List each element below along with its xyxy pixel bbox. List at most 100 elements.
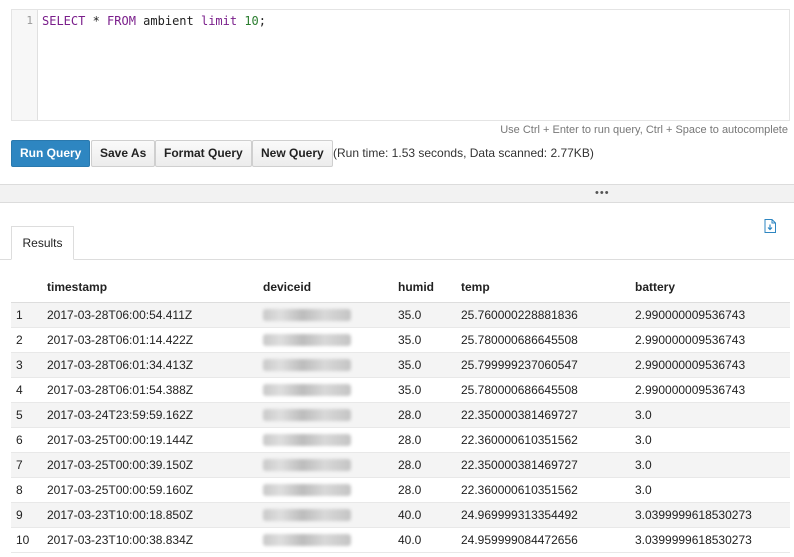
row-index-cell: 10: [11, 527, 47, 553]
redacted-deviceid: [263, 484, 351, 497]
deviceid-cell: [263, 402, 398, 428]
temp-cell: 24.959999084472656: [461, 527, 635, 553]
temp-cell: 22.350000381469727: [461, 452, 635, 478]
redacted-deviceid: [263, 309, 351, 322]
row-index-cell: 1: [11, 302, 47, 328]
deviceid-cell: [263, 477, 398, 503]
shortcut-hint: Use Ctrl + Enter to run query, Ctrl + Sp…: [500, 124, 788, 136]
deviceid-cell: [263, 502, 398, 528]
deviceid-cell: [263, 527, 398, 553]
battery-cell: 3.0399999618530273: [635, 502, 790, 528]
battery-cell: 2.990000009536743: [635, 327, 790, 353]
drag-handle-icon[interactable]: •••: [595, 187, 610, 199]
query-editor[interactable]: 1 SELECT * FROM ambient limit 10;: [11, 9, 790, 121]
temp-cell: 25.780000686645508: [461, 327, 635, 353]
query-limit-value: 10: [237, 14, 259, 28]
temp-cell: 22.360000610351562: [461, 427, 635, 453]
humid-cell: 40.0: [398, 527, 461, 553]
format-query-button[interactable]: Format Query: [155, 140, 252, 167]
row-index-cell: 7: [11, 452, 47, 478]
redacted-deviceid: [263, 534, 351, 547]
resize-divider[interactable]: •••: [0, 184, 794, 203]
table-row: 2 2017-03-28T06:01:14.422Z 35.0 25.78000068…: [11, 327, 790, 353]
column-header-index: [11, 280, 47, 303]
column-header-battery: battery: [635, 280, 790, 303]
row-index-cell: 8: [11, 477, 47, 503]
table-header-row: timestamp deviceid humid temp battery: [11, 280, 790, 303]
query-text[interactable]: SELECT * FROM ambient limit 10;: [42, 14, 266, 28]
timestamp-cell: 2017-03-25T00:00:39.150Z: [47, 452, 263, 478]
tab-underline: [0, 259, 794, 260]
column-header-temp: temp: [461, 280, 635, 303]
table-row: 6 2017-03-25T00:00:19.144Z 28.0 22.36000061…: [11, 427, 790, 453]
run-time-status: (Run time: 1.53 seconds, Data scanned: 2…: [333, 146, 594, 160]
redacted-deviceid: [263, 384, 351, 397]
deviceid-cell: [263, 302, 398, 328]
humid-cell: 35.0: [398, 352, 461, 378]
battery-cell: 2.990000009536743: [635, 377, 790, 403]
timestamp-cell: 2017-03-28T06:01:54.388Z: [47, 377, 263, 403]
humid-cell: 40.0: [398, 502, 461, 528]
line-gutter: 1: [12, 10, 38, 120]
timestamp-cell: 2017-03-25T00:00:19.144Z: [47, 427, 263, 453]
battery-cell: 3.0: [635, 452, 790, 478]
run-query-button[interactable]: Run Query: [11, 140, 91, 167]
redacted-deviceid: [263, 334, 351, 347]
humid-cell: 28.0: [398, 477, 461, 503]
column-header-timestamp: timestamp: [47, 280, 263, 303]
redacted-deviceid: [263, 509, 351, 522]
humid-cell: 28.0: [398, 402, 461, 428]
temp-cell: 22.350000381469727: [461, 402, 635, 428]
table-row: 4 2017-03-28T06:01:54.388Z 35.0 25.78000068…: [11, 377, 790, 403]
row-index-cell: 6: [11, 427, 47, 453]
table-row: 7 2017-03-25T00:00:39.150Z 28.0 22.35000038…: [11, 452, 790, 478]
table-row: 5 2017-03-24T23:59:59.162Z 28.0 22.35000038…: [11, 402, 790, 428]
humid-cell: 35.0: [398, 377, 461, 403]
humid-cell: 35.0: [398, 302, 461, 328]
temp-cell: 22.360000610351562: [461, 477, 635, 503]
row-index-cell: 4: [11, 377, 47, 403]
deviceid-cell: [263, 327, 398, 353]
save-as-button[interactable]: Save As: [91, 140, 156, 167]
timestamp-cell: 2017-03-28T06:01:14.422Z: [47, 327, 263, 353]
battery-cell: 3.0399999618530273: [635, 527, 790, 553]
timestamp-cell: 2017-03-28T06:00:54.411Z: [47, 302, 263, 328]
table-row: 1 2017-03-28T06:00:54.411Z 35.0 25.76000022…: [11, 302, 790, 328]
new-query-button[interactable]: New Query: [252, 140, 333, 167]
table-row: 8 2017-03-25T00:00:59.160Z 28.0 22.36000061…: [11, 477, 790, 503]
redacted-deviceid: [263, 434, 351, 447]
deviceid-cell: [263, 377, 398, 403]
battery-cell: 2.990000009536743: [635, 352, 790, 378]
query-terminator: ;: [258, 14, 267, 28]
keyword-select: SELECT: [42, 14, 86, 28]
deviceid-cell: [263, 427, 398, 453]
battery-cell: 2.990000009536743: [635, 302, 790, 328]
table-row: 3 2017-03-28T06:01:34.413Z 35.0 25.79999923…: [11, 352, 790, 378]
row-index-cell: 5: [11, 402, 47, 428]
temp-cell: 25.780000686645508: [461, 377, 635, 403]
humid-cell: 28.0: [398, 452, 461, 478]
keyword-limit: limit: [200, 14, 238, 28]
timestamp-cell: 2017-03-23T10:00:18.850Z: [47, 502, 263, 528]
temp-cell: 25.760000228881836: [461, 302, 635, 328]
redacted-deviceid: [263, 409, 351, 422]
table-row: 9 2017-03-23T10:00:18.850Z 40.0 24.96999931…: [11, 502, 790, 528]
redacted-deviceid: [263, 459, 351, 472]
results-table: timestamp deviceid humid temp battery 12…: [11, 280, 790, 553]
keyword-from: FROM: [107, 14, 136, 28]
humid-cell: 28.0: [398, 427, 461, 453]
row-index-cell: 9: [11, 502, 47, 528]
download-file-icon[interactable]: [764, 219, 776, 233]
battery-cell: 3.0: [635, 427, 790, 453]
timestamp-cell: 2017-03-23T10:00:38.834Z: [47, 527, 263, 553]
deviceid-cell: [263, 352, 398, 378]
query-star: *: [85, 14, 108, 28]
query-table: ambient: [135, 14, 201, 28]
row-index-cell: 2: [11, 327, 47, 353]
row-index-cell: 3: [11, 352, 47, 378]
redacted-deviceid: [263, 359, 351, 372]
table-row: 10 2017-03-23T10:00:38.834Z 40.0 24.9599990…: [11, 527, 790, 553]
tab-results[interactable]: Results: [11, 226, 74, 260]
deviceid-cell: [263, 452, 398, 478]
column-header-deviceid: deviceid: [263, 280, 398, 303]
